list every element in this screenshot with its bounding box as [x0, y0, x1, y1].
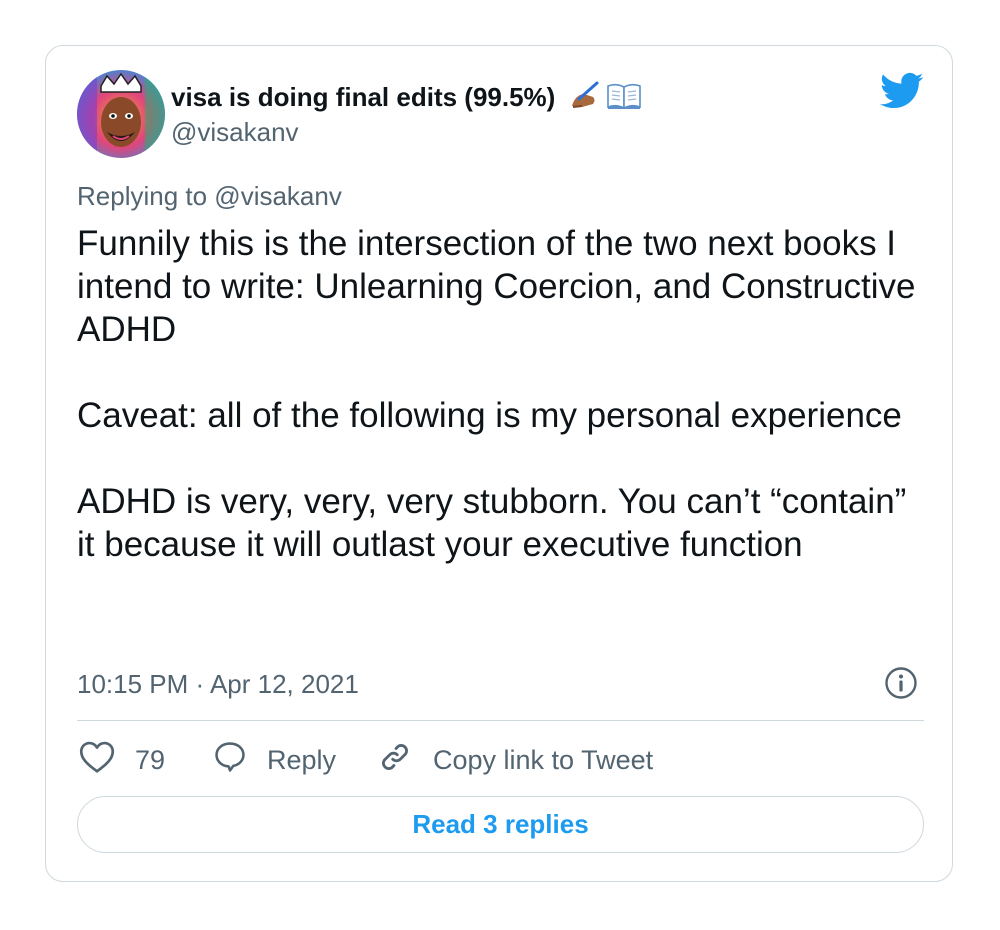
replying-to[interactable]: Replying to @visakanv [77, 180, 342, 212]
heart-icon [79, 740, 115, 781]
writing-hand-icon [569, 80, 601, 117]
info-icon[interactable] [884, 666, 918, 700]
tweet-paragraph: Caveat: all of the following is my perso… [77, 396, 902, 435]
display-name[interactable]: visa is doing final edits (99.5%) [171, 80, 641, 117]
tweet-paragraph: ADHD is very, very, very stubborn. You c… [77, 482, 907, 564]
open-book-icon [606, 82, 641, 117]
copy-link-button[interactable]: Copy link to Tweet [377, 740, 653, 780]
reply-button[interactable]: Reply [213, 740, 336, 780]
link-icon [377, 739, 413, 782]
reply-label: Reply [267, 744, 337, 775]
avatar[interactable] [77, 70, 165, 158]
tweet-timestamp[interactable]: 10:15 PM · Apr 12, 2021 [77, 668, 359, 700]
twitter-bird-icon[interactable] [880, 72, 924, 110]
author-handle[interactable]: @visakanv [171, 116, 299, 148]
copy-link-label: Copy link to Tweet [433, 744, 654, 775]
read-replies-button[interactable]: Read 3 replies [77, 796, 924, 853]
divider [77, 720, 924, 721]
display-name-text: visa is doing final edits (99.5%) [171, 82, 556, 112]
like-count: 79 [135, 744, 166, 775]
tweet-paragraph: Funnily this is the intersection of the … [77, 224, 916, 349]
like-button[interactable]: 79 [79, 740, 165, 780]
tweet-text: Funnily this is the intersection of the … [77, 222, 927, 566]
tweet-card: visa is doing final edits (99.5%) @visak… [45, 45, 953, 882]
comment-bubble-icon [213, 740, 247, 781]
